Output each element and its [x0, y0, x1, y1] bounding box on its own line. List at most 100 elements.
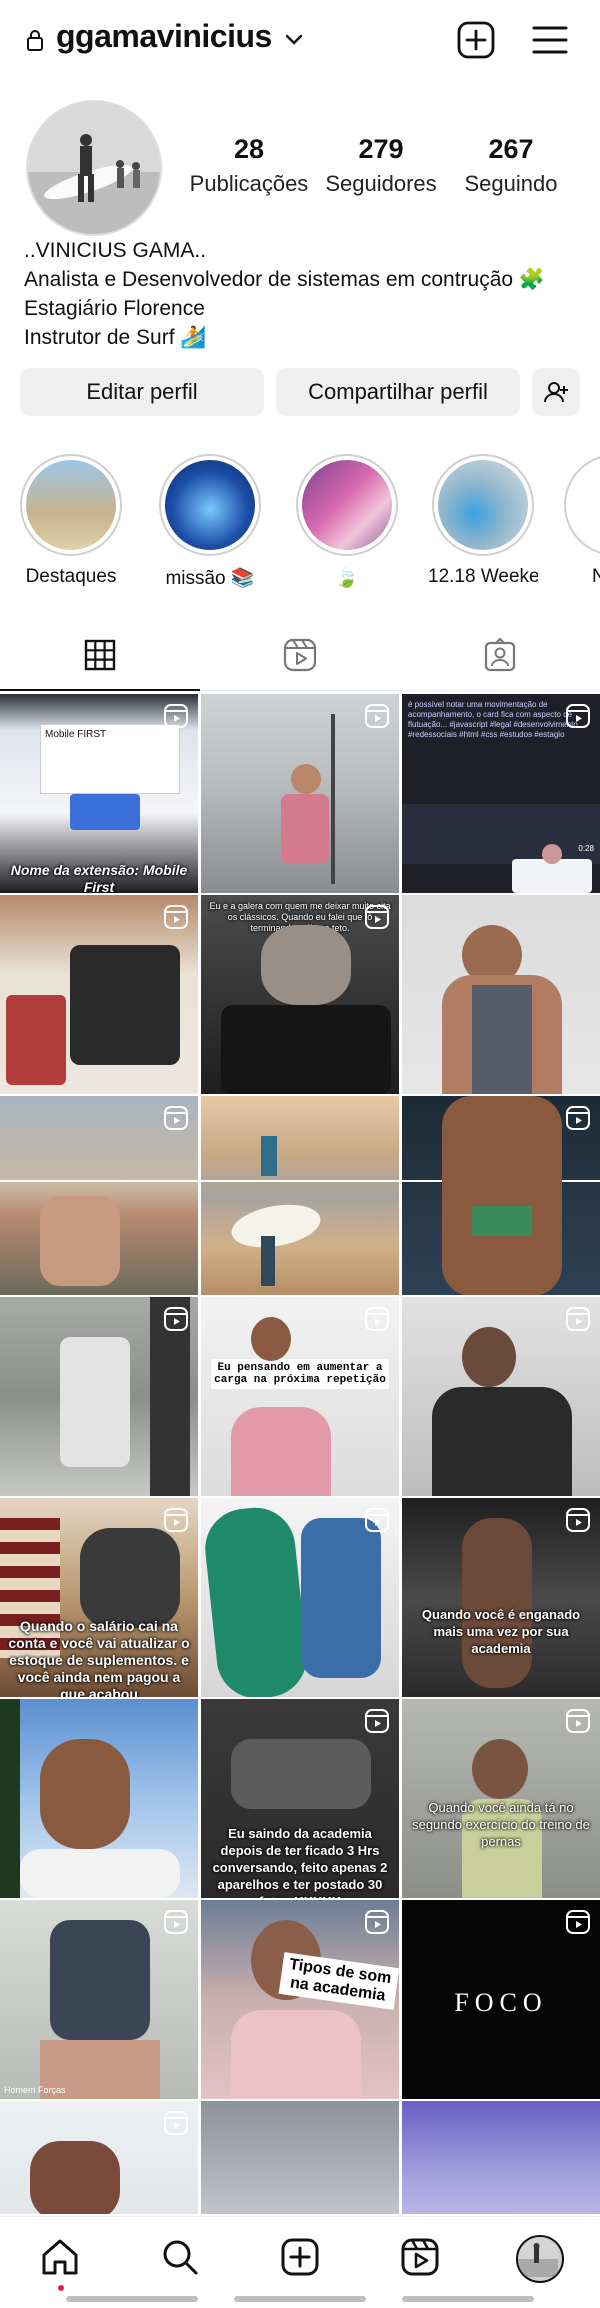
reel-icon	[164, 2111, 188, 2135]
notification-dot	[58, 2285, 64, 2291]
search-icon[interactable]	[158, 2235, 202, 2279]
highlight-ring	[564, 454, 600, 556]
post-tile[interactable]: FOCO	[402, 1900, 600, 2099]
post-tile[interactable]	[201, 694, 399, 893]
reel-icon	[365, 1910, 389, 1934]
reel-icon	[566, 1307, 590, 1331]
posts-grid: Mobile FIRST Nome da extensão: Mobile Fi…	[0, 694, 600, 2214]
post-tile[interactable]: Tipos de som na academia	[201, 1900, 399, 2099]
post-graphic	[462, 1518, 532, 1688]
post-tile[interactable]	[0, 895, 198, 1094]
stat-followers[interactable]: 279 Seguidores	[306, 134, 456, 197]
create-icon[interactable]	[278, 2235, 322, 2279]
chevron-down-icon[interactable]	[283, 28, 305, 50]
highlight-ring	[159, 454, 261, 556]
post-tile[interactable]: é possível notar uma movimentação de aco…	[402, 694, 600, 893]
post-graphic	[331, 714, 335, 884]
avatar	[542, 844, 562, 864]
post-tile[interactable]	[402, 895, 600, 1094]
reel-icon	[164, 1508, 188, 1532]
post-graphic	[231, 1407, 331, 1496]
post-caption: FOCO	[454, 1988, 548, 2017]
post-tile[interactable]: Eu saindo da academia depois de ter fica…	[201, 1699, 399, 1898]
post-tile[interactable]	[201, 2101, 399, 2214]
post-tile[interactable]	[0, 1297, 198, 1496]
edit-profile-button[interactable]: Editar perfil	[20, 368, 264, 416]
post-caption: Tipos de som na academia	[278, 1952, 399, 2010]
post-caption: Eu pensando em aumentar a carga na próxi…	[211, 1359, 389, 1389]
post-tile[interactable]	[201, 1096, 399, 1295]
reel-icon	[365, 704, 389, 728]
reels-icon[interactable]	[398, 2235, 442, 2279]
create-post-icon[interactable]	[456, 20, 496, 60]
post-tile[interactable]: Eu pensando em aumentar a carga na próxi…	[201, 1297, 399, 1496]
post-caption: Quando você é enganado mais uma vez por …	[421, 1607, 581, 1656]
home-icon[interactable]	[38, 2235, 82, 2279]
highlight-new[interactable]: N	[564, 454, 600, 588]
post-graphic	[6, 995, 66, 1085]
stat-following[interactable]: 267 Seguindo	[436, 134, 586, 197]
highlight-weekend[interactable]: 12.18 Weeke...	[428, 454, 538, 588]
post-tile[interactable]	[0, 2101, 198, 2214]
post-graphic	[261, 1236, 275, 1286]
post-graphic	[291, 764, 321, 794]
highlight-destaques[interactable]: Destaques	[16, 454, 126, 588]
profile-avatar-nav[interactable]	[516, 2235, 564, 2283]
post-tile[interactable]	[201, 1498, 399, 1697]
reel-icon	[566, 1910, 590, 1934]
stat-posts[interactable]: 28 Publicações	[174, 134, 324, 197]
stat-value: 279	[358, 134, 404, 164]
highlight-label: 12.18 Weeke...	[428, 566, 538, 587]
reel-icon	[164, 1910, 188, 1934]
post-graphic	[472, 1739, 528, 1799]
grid-icon	[84, 639, 116, 671]
post-tile[interactable]: Quando o salário cai na conta e você vai…	[0, 1498, 198, 1697]
highlight-label: Destaques	[25, 566, 117, 587]
tagged-icon	[484, 638, 516, 672]
highlight-missao[interactable]: missão 📚	[155, 454, 265, 590]
post-graphic	[301, 1518, 381, 1678]
reel-icon	[365, 1508, 389, 1532]
tab-posts-grid[interactable]	[0, 620, 200, 691]
discover-people-button[interactable]	[532, 368, 580, 416]
menu-icon[interactable]	[530, 20, 570, 60]
tab-tagged[interactable]	[400, 620, 600, 690]
stat-label: Seguidores	[325, 171, 437, 196]
post-tile[interactable]	[402, 2101, 600, 2214]
post-tile[interactable]: Quando você ainda tá no segundo exercíci…	[402, 1699, 600, 1898]
post-graphic	[442, 1096, 562, 1295]
highlight-leaf[interactable]: 🍃	[292, 454, 402, 590]
post-tile[interactable]	[402, 1096, 600, 1295]
profile-bio: ..VINICIUS GAMA.. Analista e Desenvolved…	[24, 236, 545, 352]
post-tile[interactable]: Homem Forças	[0, 1900, 198, 2099]
post-graphic	[70, 945, 180, 1065]
add-person-icon	[544, 382, 568, 403]
post-graphic	[251, 1317, 291, 1361]
reels-icon	[283, 638, 317, 672]
post-tile[interactable]: Quando você é enganado mais uma vez por …	[402, 1498, 600, 1697]
post-graphic	[228, 1198, 324, 1254]
tab-reels[interactable]	[200, 620, 400, 690]
post-divider	[201, 1180, 399, 1182]
bio-line: Instrutor de Surf 🏄	[24, 326, 207, 349]
post-graphic	[231, 2010, 361, 2099]
highlight-label: 🍃	[335, 568, 359, 589]
lock-icon	[27, 30, 43, 51]
video-duration: 0:28	[578, 844, 594, 853]
post-graphic	[60, 1337, 130, 1467]
post-tile[interactable]	[402, 1297, 600, 1496]
post-tile[interactable]: Mobile FIRST Nome da extensão: Mobile Fi…	[0, 694, 198, 893]
profile-avatar[interactable]	[26, 100, 162, 236]
stat-label: Seguindo	[464, 171, 558, 196]
post-screen-text: Mobile FIRST	[40, 724, 180, 794]
post-tile[interactable]: Eu e a galera com quem me deixar muito c…	[201, 895, 399, 1094]
profile-header: ggamavinicius	[0, 0, 600, 84]
reel-icon	[566, 1106, 590, 1130]
post-tile[interactable]	[0, 1096, 198, 1295]
post-tile[interactable]	[0, 1699, 198, 1898]
post-graphic	[472, 1206, 532, 1236]
highlight-image	[302, 460, 392, 550]
post-graphic	[472, 985, 532, 1094]
share-profile-button[interactable]: Compartilhar perfil	[276, 368, 520, 416]
username[interactable]: ggamavinicius	[56, 18, 272, 55]
